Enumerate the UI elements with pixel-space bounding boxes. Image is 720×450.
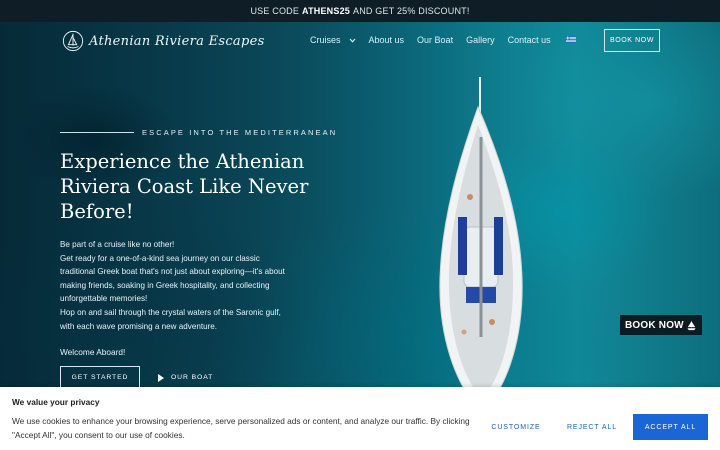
- hero-paragraph: Be part of a cruise like no other!: [60, 240, 175, 249]
- menu-item-gallery[interactable]: Gallery: [466, 35, 495, 45]
- cookie-accept-all-button[interactable]: ACCEPT ALL: [633, 414, 708, 440]
- cookie-title: We value your privacy: [12, 397, 100, 407]
- hero-paragraph: Get ready for a one-of-a-kind sea journe…: [60, 253, 285, 304]
- hero-eyebrow: ESCAPE INTO THE MEDITERRANEAN: [142, 128, 338, 137]
- our-boat-video-link[interactable]: OUR BOAT: [158, 373, 214, 382]
- sailboat-image: [439, 77, 523, 413]
- menu-item-our-boat[interactable]: Our Boat: [417, 35, 453, 45]
- cookie-consent-banner: We value your privacy We use cookies to …: [0, 387, 720, 450]
- menu-item-contact-us[interactable]: Contact us: [508, 35, 551, 45]
- menu-item-about-us[interactable]: About us: [369, 35, 405, 45]
- hero-content: ESCAPE INTO THE MEDITERRANEAN Experience…: [60, 128, 380, 390]
- greek-flag-icon[interactable]: [565, 36, 576, 43]
- header-book-now-button[interactable]: BOOK NOW: [604, 29, 660, 52]
- hero-cta-group: GET STARTED OUR BOAT: [60, 366, 380, 390]
- promo-code: ATHENS25: [302, 6, 350, 16]
- logo-text: Athenian Riviera Escapes: [89, 33, 265, 49]
- floating-book-now-button[interactable]: BOOK NOW: [620, 315, 702, 335]
- hero-eyebrow-row: ESCAPE INTO THE MEDITERRANEAN: [60, 128, 380, 137]
- promo-bar: USE CODE ATHENS25 AND GET 25% DISCOUNT!: [0, 0, 720, 22]
- hero-headline: Experience the Athenian Riviera Coast Li…: [60, 150, 309, 223]
- cookie-text: We use cookies to enhance your browsing …: [12, 416, 470, 440]
- our-boat-link-label: OUR BOAT: [171, 374, 214, 382]
- sailboat-icon: [687, 320, 696, 330]
- play-icon: [158, 373, 164, 382]
- hero-paragraph: Hop on and sail through the crystal wate…: [60, 307, 281, 331]
- site-logo[interactable]: Athenian Riviera Escapes: [62, 30, 265, 52]
- get-started-button[interactable]: GET STARTED: [60, 366, 140, 390]
- menu-item-label: Cruises: [310, 35, 341, 45]
- main-menu: Cruises About us Our Boat Gallery Contac…: [310, 35, 576, 45]
- top-navigation: Athenian Riviera Escapes Cruises About u…: [0, 22, 720, 64]
- floating-book-now-label: BOOK NOW: [625, 319, 684, 331]
- cookie-reject-all-button[interactable]: REJECT ALL: [559, 414, 625, 440]
- welcome-text: Welcome Aboard!: [60, 347, 126, 358]
- promo-suffix: AND GET 25% DISCOUNT!: [353, 6, 470, 16]
- eyebrow-divider: [60, 132, 134, 133]
- promo-prefix: USE CODE: [250, 6, 300, 16]
- sailboat-logo-icon: [62, 30, 84, 52]
- cookie-customize-button[interactable]: CUSTOMIZE: [483, 414, 549, 440]
- menu-item-cruises[interactable]: Cruises: [310, 35, 356, 45]
- chevron-down-icon: [349, 38, 355, 43]
- hero-description: Be part of a cruise like no other! Get r…: [60, 238, 288, 333]
